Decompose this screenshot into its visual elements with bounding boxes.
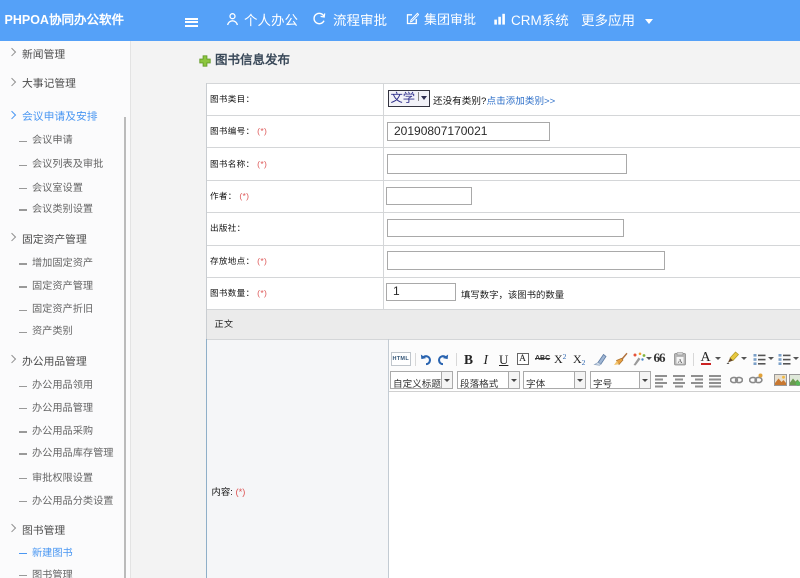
svg-text:A: A <box>678 357 683 364</box>
